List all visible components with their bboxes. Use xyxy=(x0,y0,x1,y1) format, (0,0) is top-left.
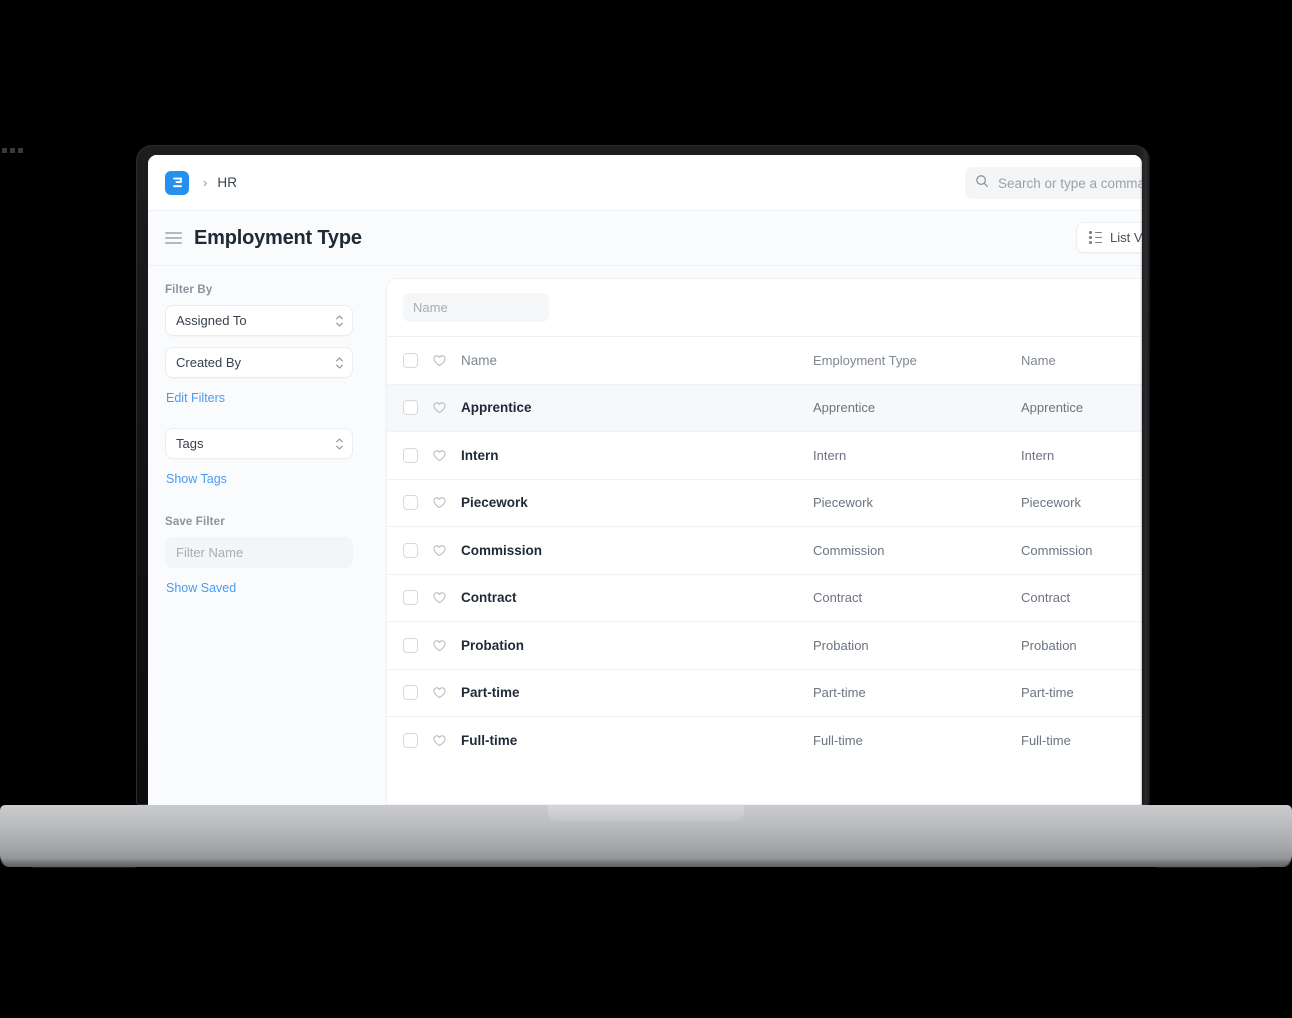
stepper-chevrons-icon xyxy=(336,315,343,326)
cell-employment-type: Full-time xyxy=(813,732,863,748)
cell-name[interactable]: Apprentice xyxy=(461,400,813,415)
table-row[interactable]: Probation Probation Probation xyxy=(387,621,1142,669)
cell-name-2: Intern xyxy=(1021,447,1055,463)
list-header-row: Name Employment Type Name xyxy=(387,336,1142,384)
like-heart-icon[interactable] xyxy=(432,685,447,700)
filter-assigned-to-label: Assigned To xyxy=(176,313,247,328)
row-checkbox[interactable] xyxy=(403,590,418,606)
cell-name-2: Full-time xyxy=(1021,732,1071,748)
breadcrumb-item-hr[interactable]: HR xyxy=(217,175,237,190)
cell-name-2: Commission xyxy=(1021,542,1093,558)
search-icon xyxy=(975,174,989,193)
list-rows: Apprentice Apprentice Apprentice Intern Inte… xyxy=(387,383,1142,764)
cell-employment-type: Contract xyxy=(813,590,863,606)
table-row[interactable]: Apprentice Apprentice Apprentice xyxy=(387,383,1142,431)
row-checkbox[interactable] xyxy=(403,400,418,416)
show-saved-link[interactable]: Show Saved xyxy=(166,581,236,595)
cell-employment-type: Part-time xyxy=(813,685,866,701)
laptop-base-lip xyxy=(0,858,1292,867)
cell-name-2: Part-time xyxy=(1021,685,1074,701)
name-filter-input[interactable]: Name xyxy=(403,293,549,322)
column-header-name-2[interactable]: Name xyxy=(1021,353,1142,368)
cell-name[interactable]: Commission xyxy=(461,543,813,558)
row-checkbox[interactable] xyxy=(403,542,418,558)
save-filter-label: Save Filter xyxy=(165,516,225,528)
select-all-checkbox[interactable] xyxy=(403,352,418,368)
erpnext-logo-icon[interactable] xyxy=(165,170,189,195)
cell-name[interactable]: Piecework xyxy=(461,495,813,510)
laptop-base-notch xyxy=(548,805,744,821)
row-checkbox[interactable] xyxy=(403,637,418,653)
screenshot-stage: › HR Search or type a comma Employment T… xyxy=(0,0,1292,1018)
filter-name-placeholder: Filter Name xyxy=(176,545,244,560)
like-heart-icon[interactable] xyxy=(432,495,447,510)
like-heart-icon[interactable] xyxy=(432,448,447,463)
cell-employment-type: Commission xyxy=(813,542,885,558)
table-row[interactable]: Commission Commission Commission xyxy=(387,526,1142,574)
table-row[interactable]: Contract Contract Contract xyxy=(387,573,1142,622)
cell-name-2: Contract xyxy=(1021,590,1071,606)
cell-employment-type: Apprentice xyxy=(813,400,876,416)
cell-name[interactable]: Intern xyxy=(461,448,813,463)
stepper-chevrons-icon xyxy=(336,357,343,368)
like-heart-icon[interactable] xyxy=(432,733,447,748)
like-heart-icon[interactable] xyxy=(432,638,447,653)
cell-name-2: Piecework xyxy=(1021,495,1081,511)
filter-sidebar: Filter By Assigned To Created By Edit Fi… xyxy=(148,266,369,805)
cell-employment-type: Piecework xyxy=(813,495,873,511)
cell-employment-type: Probation xyxy=(813,637,869,653)
page-body: Filter By Assigned To Created By Edit Fi… xyxy=(148,266,1142,805)
like-heart-icon[interactable] xyxy=(432,543,447,558)
list-filter-bar: Name xyxy=(387,279,1142,336)
like-heart-icon[interactable] xyxy=(432,400,447,415)
global-search-placeholder: Search or type a comma xyxy=(998,175,1142,191)
row-checkbox[interactable] xyxy=(403,685,418,701)
table-row[interactable]: Part-time Part-time Part-time xyxy=(387,668,1142,717)
edit-filters-link[interactable]: Edit Filters xyxy=(166,391,225,405)
like-heart-icon[interactable] xyxy=(432,590,447,605)
column-header-employment-type[interactable]: Employment Type xyxy=(813,353,1021,368)
list-panel-wrapper: Name Name Employment Type Name Apprentic… xyxy=(369,266,1142,805)
breadcrumb-separator-icon: › xyxy=(203,175,208,190)
name-filter-placeholder: Name xyxy=(413,300,448,315)
filter-tags-select[interactable]: Tags xyxy=(165,428,353,459)
cell-employment-type: Intern xyxy=(813,447,847,463)
cell-name[interactable]: Full-time xyxy=(461,733,813,748)
laptop-screen-bezel: › HR Search or type a comma Employment T… xyxy=(136,145,1150,805)
list-panel: Name Name Employment Type Name Apprentic… xyxy=(386,278,1142,805)
hamburger-menu-icon[interactable] xyxy=(165,232,182,244)
filter-assigned-to-select[interactable]: Assigned To xyxy=(165,305,353,336)
laptop-display: › HR Search or type a comma Employment T… xyxy=(148,155,1142,805)
row-checkbox[interactable] xyxy=(403,447,418,463)
page-title: Employment Type xyxy=(194,226,362,249)
table-row[interactable]: Full-time Full-time Full-time xyxy=(387,716,1142,764)
table-row[interactable]: Piecework Piecework Piecework xyxy=(387,478,1142,527)
row-checkbox[interactable] xyxy=(403,732,418,748)
row-checkbox[interactable] xyxy=(403,495,418,511)
view-switcher-label: List Vie xyxy=(1110,230,1142,245)
laptop-mockup: › HR Search or type a comma Employment T… xyxy=(0,0,1292,1018)
view-switcher-button[interactable]: List Vie xyxy=(1076,222,1142,253)
laptop-base xyxy=(0,805,1292,867)
column-header-name[interactable]: Name xyxy=(461,353,813,368)
page-header: Employment Type List Vie xyxy=(148,211,1142,266)
cell-name[interactable]: Probation xyxy=(461,638,813,653)
erpnext-app: › HR Search or type a comma Employment T… xyxy=(148,155,1142,805)
filter-by-label: Filter By xyxy=(165,284,213,296)
top-navbar: › HR Search or type a comma xyxy=(148,155,1142,211)
list-view-icon xyxy=(1089,231,1102,244)
cell-name-2: Probation xyxy=(1021,637,1077,653)
filter-created-by-select[interactable]: Created By xyxy=(165,347,353,378)
global-search-bar[interactable]: Search or type a comma xyxy=(965,167,1142,199)
filter-tags-label: Tags xyxy=(176,436,204,451)
cell-name[interactable]: Contract xyxy=(461,590,813,605)
cell-name-2: Apprentice xyxy=(1021,400,1084,416)
table-row[interactable]: Intern Intern Intern xyxy=(387,431,1142,479)
like-heart-icon[interactable] xyxy=(432,353,447,368)
filter-created-by-label: Created By xyxy=(176,355,242,370)
show-tags-link[interactable]: Show Tags xyxy=(166,472,227,486)
filter-name-input[interactable]: Filter Name xyxy=(165,537,353,568)
stepper-chevrons-icon xyxy=(336,438,343,449)
cell-name[interactable]: Part-time xyxy=(461,685,813,700)
